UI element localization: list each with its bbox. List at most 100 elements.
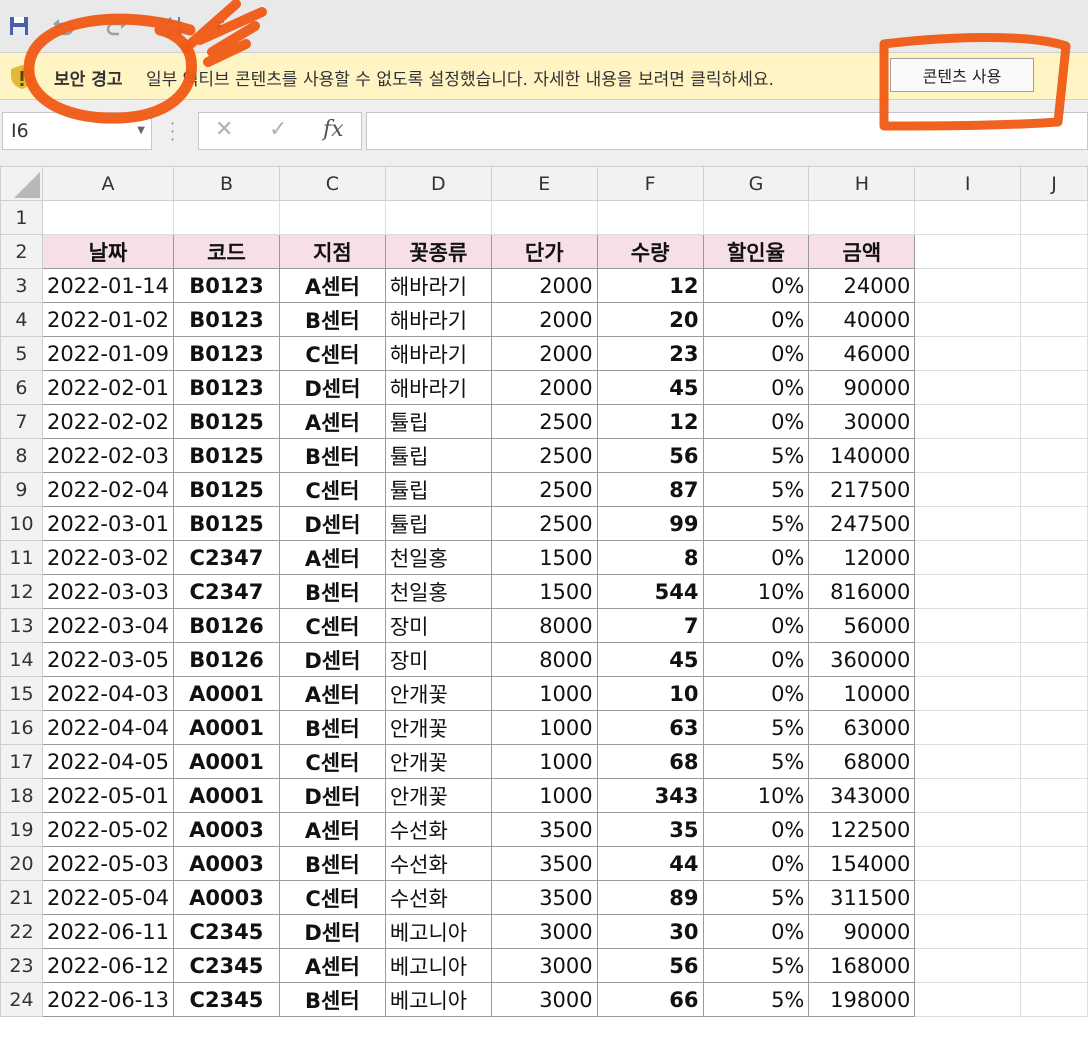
security-warning-message[interactable]: 일부 액티브 콘텐츠를 사용할 수 없도록 설정했습니다. 자세한 내용을 보려…: [146, 65, 774, 90]
sort-icon[interactable]: AZ: [160, 10, 190, 42]
cell-flower[interactable]: 수선화: [384, 846, 492, 881]
cell-branch[interactable]: A센터: [278, 676, 386, 711]
select-all-corner[interactable]: [0, 166, 43, 201]
cell-quantity[interactable]: 44: [596, 846, 704, 881]
header-cell-quantity[interactable]: 수량: [596, 234, 704, 269]
empty-cell[interactable]: [914, 812, 1022, 847]
enter-icon[interactable]: ✓: [269, 117, 287, 142]
cell-code[interactable]: B0123: [173, 268, 280, 303]
cell-quantity[interactable]: 68: [596, 744, 704, 779]
empty-cell[interactable]: [1020, 710, 1088, 745]
empty-cell[interactable]: [914, 880, 1022, 915]
cell-discount[interactable]: 5%: [702, 438, 810, 473]
cell-date[interactable]: 2022-03-02: [41, 540, 175, 575]
cell-date[interactable]: 2022-01-02: [41, 302, 175, 337]
cell-unit-price[interactable]: 1500: [490, 540, 598, 575]
cell-discount[interactable]: 0%: [702, 404, 810, 439]
cell-quantity[interactable]: 10: [596, 676, 704, 711]
empty-cell[interactable]: [1020, 438, 1088, 473]
cell-amount[interactable]: 46000: [808, 336, 916, 371]
cell-branch[interactable]: A센터: [278, 948, 386, 983]
name-box[interactable]: I6 ▼: [2, 112, 152, 150]
empty-cell[interactable]: [1020, 608, 1088, 643]
row-header[interactable]: 19: [0, 812, 43, 847]
cell-unit-price[interactable]: 2000: [490, 268, 598, 303]
cell-branch[interactable]: D센터: [278, 914, 386, 949]
empty-cell[interactable]: [1020, 234, 1088, 269]
cell-code[interactable]: B0125: [173, 506, 280, 541]
empty-cell[interactable]: [914, 642, 1022, 677]
empty-cell[interactable]: [808, 200, 916, 235]
chevron-down-icon[interactable]: ▼: [137, 113, 145, 149]
cell-flower[interactable]: 베고니아: [384, 982, 492, 1017]
cell-amount[interactable]: 90000: [808, 914, 916, 949]
cell-discount[interactable]: 5%: [702, 744, 810, 779]
cell-quantity[interactable]: 20: [596, 302, 704, 337]
cell-unit-price[interactable]: 2500: [490, 506, 598, 541]
cell-discount[interactable]: 5%: [702, 506, 810, 541]
cell-quantity[interactable]: 544: [596, 574, 704, 609]
column-header-c[interactable]: C: [278, 166, 386, 201]
cell-code[interactable]: B0123: [173, 370, 280, 405]
cell-flower[interactable]: 해바라기: [384, 336, 492, 371]
cell-date[interactable]: 2022-02-03: [41, 438, 175, 473]
cell-amount[interactable]: 311500: [808, 880, 916, 915]
cell-discount[interactable]: 0%: [702, 540, 810, 575]
empty-cell[interactable]: [1020, 540, 1088, 575]
cell-date[interactable]: 2022-04-04: [41, 710, 175, 745]
cell-flower[interactable]: 해바라기: [384, 302, 492, 337]
cell-flower[interactable]: 안개꽃: [384, 676, 492, 711]
cell-date[interactable]: 2022-06-11: [41, 914, 175, 949]
empty-cell[interactable]: [914, 982, 1022, 1017]
empty-cell[interactable]: [384, 200, 492, 235]
empty-cell[interactable]: [914, 302, 1022, 337]
undo-icon[interactable]: [48, 10, 78, 42]
empty-cell[interactable]: [914, 778, 1022, 813]
column-header-f[interactable]: F: [596, 166, 704, 201]
cell-flower[interactable]: 장미: [384, 642, 492, 677]
row-header[interactable]: 22: [0, 914, 43, 949]
empty-cell[interactable]: [1020, 846, 1088, 881]
cell-unit-price[interactable]: 3000: [490, 948, 598, 983]
cell-date[interactable]: 2022-03-05: [41, 642, 175, 677]
cell-branch[interactable]: D센터: [278, 370, 386, 405]
cell-branch[interactable]: A센터: [278, 268, 386, 303]
empty-cell[interactable]: [1020, 778, 1088, 813]
empty-cell[interactable]: [914, 914, 1022, 949]
row-header[interactable]: 10: [0, 506, 43, 541]
cell-discount[interactable]: 10%: [702, 778, 810, 813]
more-options-icon[interactable]: · · ·: [170, 116, 175, 148]
row-header[interactable]: 1: [0, 200, 43, 235]
cell-quantity[interactable]: 63: [596, 710, 704, 745]
row-header[interactable]: 24: [0, 982, 43, 1017]
empty-cell[interactable]: [914, 336, 1022, 371]
cell-date[interactable]: 2022-05-04: [41, 880, 175, 915]
cell-flower[interactable]: 튤립: [384, 506, 492, 541]
cell-branch[interactable]: C센터: [278, 744, 386, 779]
cell-branch[interactable]: B센터: [278, 574, 386, 609]
cell-unit-price[interactable]: 3500: [490, 812, 598, 847]
cell-discount[interactable]: 5%: [702, 982, 810, 1017]
cell-quantity[interactable]: 66: [596, 982, 704, 1017]
enable-content-button[interactable]: 콘텐츠 사용: [890, 58, 1034, 92]
empty-cell[interactable]: [1020, 642, 1088, 677]
empty-cell[interactable]: [1020, 370, 1088, 405]
cell-unit-price[interactable]: 1000: [490, 710, 598, 745]
cell-amount[interactable]: 343000: [808, 778, 916, 813]
empty-cell[interactable]: [914, 506, 1022, 541]
cell-amount[interactable]: 122500: [808, 812, 916, 847]
cell-flower[interactable]: 장미: [384, 608, 492, 643]
cell-code[interactable]: B0125: [173, 438, 280, 473]
empty-cell[interactable]: [914, 268, 1022, 303]
cell-unit-price[interactable]: 8000: [490, 642, 598, 677]
cell-amount[interactable]: 10000: [808, 676, 916, 711]
row-header[interactable]: 17: [0, 744, 43, 779]
empty-cell[interactable]: [1020, 336, 1088, 371]
cell-quantity[interactable]: 35: [596, 812, 704, 847]
cell-code[interactable]: A0001: [173, 778, 280, 813]
cell-discount[interactable]: 0%: [702, 608, 810, 643]
cell-discount[interactable]: 0%: [702, 370, 810, 405]
cell-quantity[interactable]: 87: [596, 472, 704, 507]
cell-unit-price[interactable]: 1500: [490, 574, 598, 609]
empty-cell[interactable]: [914, 370, 1022, 405]
